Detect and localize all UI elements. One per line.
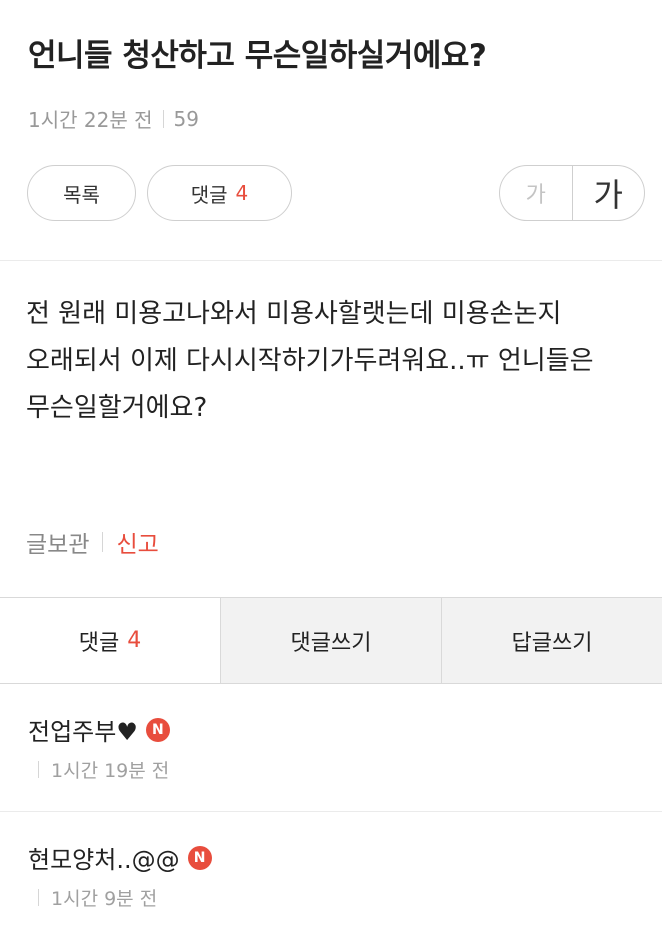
comment-time-divider [38, 761, 39, 778]
tab-comments[interactable]: 댓글 4 [0, 598, 220, 683]
save-post-button[interactable]: 글보관 [26, 525, 89, 559]
view-count: 59 [173, 106, 199, 131]
comment-time: 1시간 19분 전 [38, 756, 169, 783]
comment-time-divider [38, 889, 39, 906]
comment-author[interactable]: 전업주부♥ N [28, 712, 170, 747]
comment-time-text: 1시간 19분 전 [51, 760, 170, 782]
post-content: 전 원래 미용고나와서 미용사할랫는데 미용손논지 오래되서 이제 다시시작하기… [26, 299, 594, 423]
new-badge-icon: N [187, 845, 212, 870]
comment-list: 전업주부♥ N 1시간 19분 전 현모양처..@@ N 1시간 9분 전 [0, 684, 662, 940]
tab-write-reply-label: 답글쓰기 [511, 630, 593, 656]
comment-time: 1시간 9분 전 [38, 884, 157, 911]
tab-comments-label: 댓글 [78, 630, 120, 656]
font-size-control: 가 가 [499, 165, 645, 221]
font-small-button[interactable]: 가 [500, 166, 573, 220]
comments-button[interactable]: 댓글 4 [147, 165, 292, 221]
comments-button-count: 4 [235, 181, 249, 205]
post-actions: 글보관 신고 [26, 525, 159, 559]
actions-divider [102, 532, 104, 552]
comment-tabs: 댓글 4 댓글쓰기 답글쓰기 [0, 598, 662, 684]
meta-divider [162, 109, 164, 128]
comment-author[interactable]: 현모양처..@@ N [28, 840, 212, 875]
comment-time-text: 1시간 9분 전 [51, 888, 158, 910]
font-large-button[interactable]: 가 [573, 166, 645, 220]
tab-write-reply[interactable]: 답글쓰기 [441, 598, 662, 683]
list-button[interactable]: 목록 [27, 165, 136, 221]
post-header: 언니들 청산하고 무슨일하실거에요? 1시간 22분 전 59 목록 댓글 4 … [0, 0, 662, 261]
tab-write-comment-label: 댓글쓰기 [290, 630, 372, 656]
report-button[interactable]: 신고 [116, 525, 158, 559]
comment-author-name: 현모양처..@@ [28, 846, 180, 874]
list-button-label: 목록 [63, 182, 100, 207]
comment-item: 현모양처..@@ N 1시간 9분 전 [0, 812, 662, 940]
post-buttons: 목록 댓글 4 [27, 165, 292, 221]
comment-item: 전업주부♥ N 1시간 19분 전 [0, 684, 662, 812]
tab-comments-count: 4 [127, 628, 142, 653]
post-time: 1시간 22분 전 [28, 108, 153, 132]
tab-write-comment[interactable]: 댓글쓰기 [220, 598, 441, 683]
post-meta: 1시간 22분 전 59 [28, 104, 199, 133]
comments-button-label: 댓글 [190, 182, 228, 207]
page-title: 언니들 청산하고 무슨일하실거에요? [28, 38, 487, 74]
new-badge-icon: N [145, 717, 170, 742]
comment-author-name: 전업주부♥ [28, 718, 138, 746]
post-body: 전 원래 미용고나와서 미용사할랫는데 미용손논지 오래되서 이제 다시시작하기… [0, 261, 662, 598]
